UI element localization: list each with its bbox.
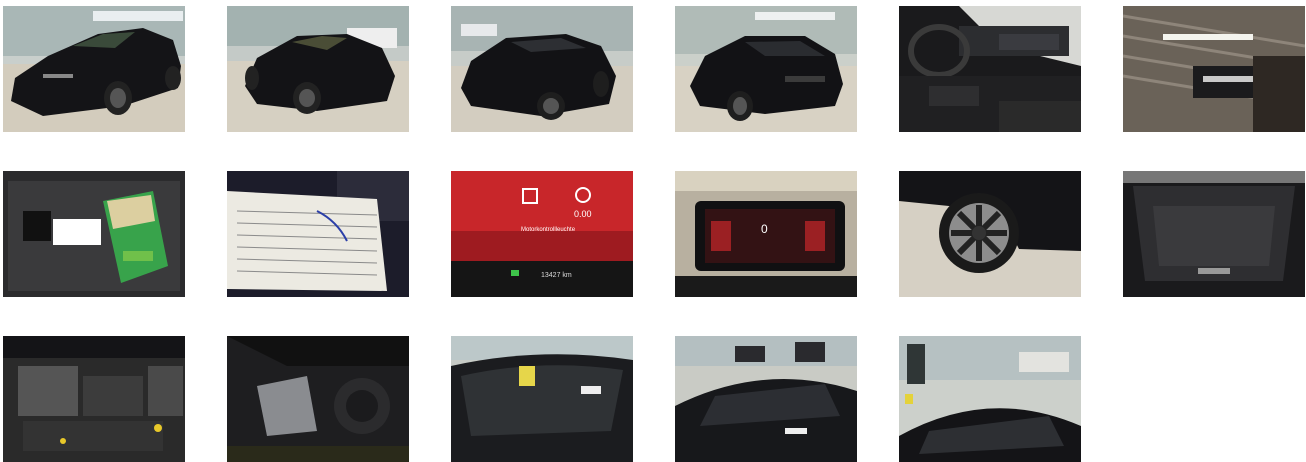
photo-thumbnail-exterior-front-left-2[interactable] [227, 6, 409, 132]
photo-thumbnail-engine-bay[interactable] [3, 336, 185, 462]
photo-thumbnail-roof-rear[interactable] [899, 336, 1081, 462]
photo-gallery: 0.00 Motorkontrollleuchte 13427 km 0 [0, 0, 1306, 462]
photo-thumbnail-keys-and-manual[interactable] [3, 171, 185, 297]
photo-thumbnail-ceiling-phone[interactable] [1123, 6, 1305, 132]
photo-thumbnail-roof-front[interactable] [675, 336, 857, 462]
photo-thumbnail-dashboard-display[interactable]: 0 [675, 171, 857, 297]
photo-thumbnail-wheel-rim[interactable] [899, 171, 1081, 297]
photo-thumbnail-exterior-front-left[interactable] [3, 6, 185, 132]
photo-thumbnail-exterior-rear-left-2[interactable] [675, 6, 857, 132]
photo-thumbnail-windshield[interactable] [451, 336, 633, 462]
cluster-warning-line: Motorkontrollleuchte [521, 227, 576, 233]
dashboard-speed-readout: 0 [761, 222, 768, 236]
photo-thumbnail-trunk[interactable] [1123, 171, 1305, 297]
photo-thumbnail-exterior-rear-left[interactable] [451, 6, 633, 132]
photo-thumbnail-instrument-cluster[interactable]: 0.00 Motorkontrollleuchte 13427 km [451, 171, 633, 297]
photo-thumbnail-spare-wheel-well[interactable] [227, 336, 409, 462]
cluster-odometer: 13427 km [541, 272, 572, 279]
cluster-speed-readout: 0.00 [574, 209, 592, 219]
photo-thumbnail-interior-cockpit[interactable] [899, 6, 1081, 132]
photo-thumbnail-service-document[interactable] [227, 171, 409, 297]
